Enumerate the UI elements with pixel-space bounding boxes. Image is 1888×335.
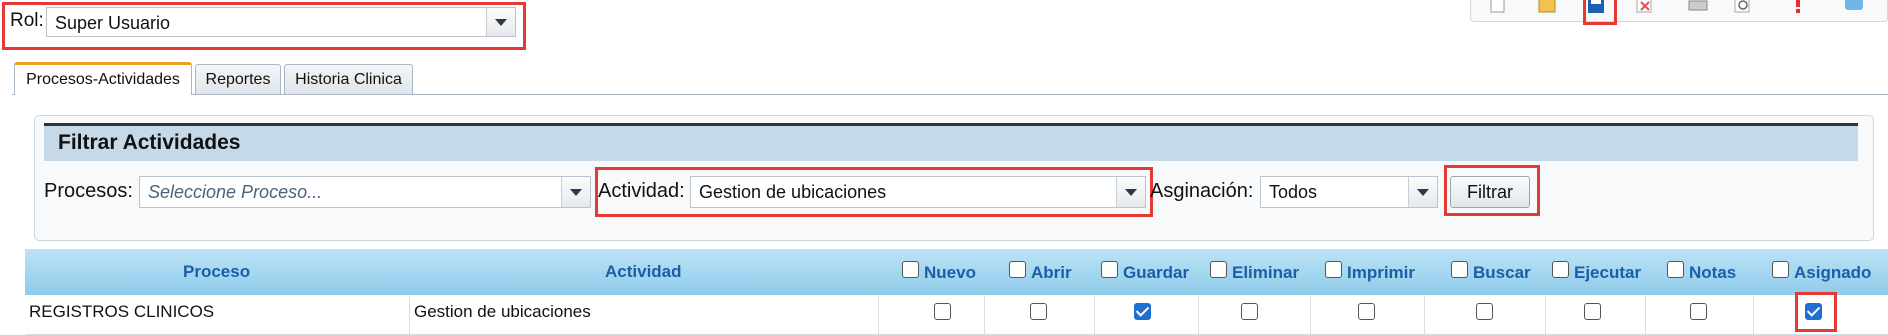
tab-strip-line [12,94,1888,95]
header-check-nuevo[interactable] [902,261,919,278]
row-check-guardar[interactable] [1134,303,1151,320]
table-row [25,295,1888,335]
col-divider [409,294,410,335]
row-check-eliminar[interactable] [1241,303,1258,320]
tab-procesos-actividades[interactable]: Procesos-Actividades [14,62,192,95]
actividad-value: Gestion de ubicaciones [699,182,887,202]
col-abrir-header: Abrir [1031,263,1072,282]
delete-icon[interactable] [1635,0,1659,14]
procesos-placeholder: Seleccione Proceso... [148,182,323,202]
notes-icon[interactable] [1843,0,1867,14]
col-nuevo-header: Nuevo [924,263,976,282]
save-icon[interactable] [1583,0,1617,25]
col-divider [1545,294,1546,335]
chevron-down-icon[interactable] [1116,177,1145,207]
col-divider [1094,294,1095,335]
header-check-abrir[interactable] [1009,261,1026,278]
asignacion-label: Asginación: [1150,180,1254,202]
role-select[interactable]: Super Usuario [46,7,516,37]
col-divider [984,294,985,335]
col-eliminar-header: Eliminar [1232,263,1300,282]
cell-actividad: Gestion de ubicaciones [414,302,591,321]
filter-button[interactable]: Filtrar [1450,176,1530,208]
open-folder-icon[interactable] [1537,0,1561,14]
tab-historia-clinica[interactable]: Historia Clinica [284,64,413,94]
col-proceso-header: Proceso [183,262,251,281]
header-check-buscar[interactable] [1451,261,1468,278]
role-label: Rol: [10,10,44,31]
col-buscar-header: Buscar [1473,263,1531,282]
chevron-down-icon[interactable] [1408,177,1437,207]
procesos-label: Procesos: [44,180,133,202]
alert-icon[interactable] [1787,0,1811,14]
actividad-label: Actividad: [598,180,685,202]
asignado-check-highlight [1795,292,1837,332]
asignacion-select[interactable]: Todos [1260,176,1438,208]
row-check-abrir[interactable] [1030,303,1047,320]
filter-title-bar: Filtrar Actividades [44,123,1858,161]
col-divider [1753,294,1754,335]
row-check-notas[interactable] [1690,303,1707,320]
tab-reportes[interactable]: Reportes [195,64,281,94]
asignacion-value: Todos [1269,182,1318,202]
header-check-imprimir[interactable] [1325,261,1342,278]
cell-proceso: REGISTROS CLINICOS [29,302,215,321]
role-value: Super Usuario [55,13,171,33]
chevron-down-icon[interactable] [561,177,590,207]
col-divider [1424,294,1425,335]
actividad-select[interactable]: Gestion de ubicaciones [690,176,1146,208]
header-check-ejecutar[interactable] [1552,261,1569,278]
header-check-guardar[interactable] [1101,261,1118,278]
col-actividad-header: Actividad [605,262,682,281]
row-check-ejecutar[interactable] [1584,303,1601,320]
procesos-select[interactable]: Seleccione Proceso... [139,176,591,208]
search-icon[interactable] [1733,0,1757,14]
col-asignado-header: Asignado [1794,263,1872,282]
header-check-eliminar[interactable] [1210,261,1227,278]
print-icon[interactable] [1687,0,1711,14]
row-check-buscar[interactable] [1476,303,1493,320]
row-check-imprimir[interactable] [1358,303,1375,320]
col-divider [1310,294,1311,335]
chevron-down-icon[interactable] [486,8,515,36]
col-divider [1645,294,1646,335]
col-divider [1198,294,1199,335]
toolbar [1470,0,1888,25]
col-notas-header: Notas [1689,263,1737,282]
header-check-asignado[interactable] [1772,261,1789,278]
new-icon[interactable] [1489,0,1513,14]
filter-title: Filtrar Actividades [58,131,241,154]
header-check-notas[interactable] [1667,261,1684,278]
col-divider [878,294,879,335]
row-check-nuevo[interactable] [934,303,951,320]
col-imprimir-header: Imprimir [1347,263,1416,282]
col-ejecutar-header: Ejecutar [1574,263,1642,282]
col-guardar-header: Guardar [1123,263,1190,282]
